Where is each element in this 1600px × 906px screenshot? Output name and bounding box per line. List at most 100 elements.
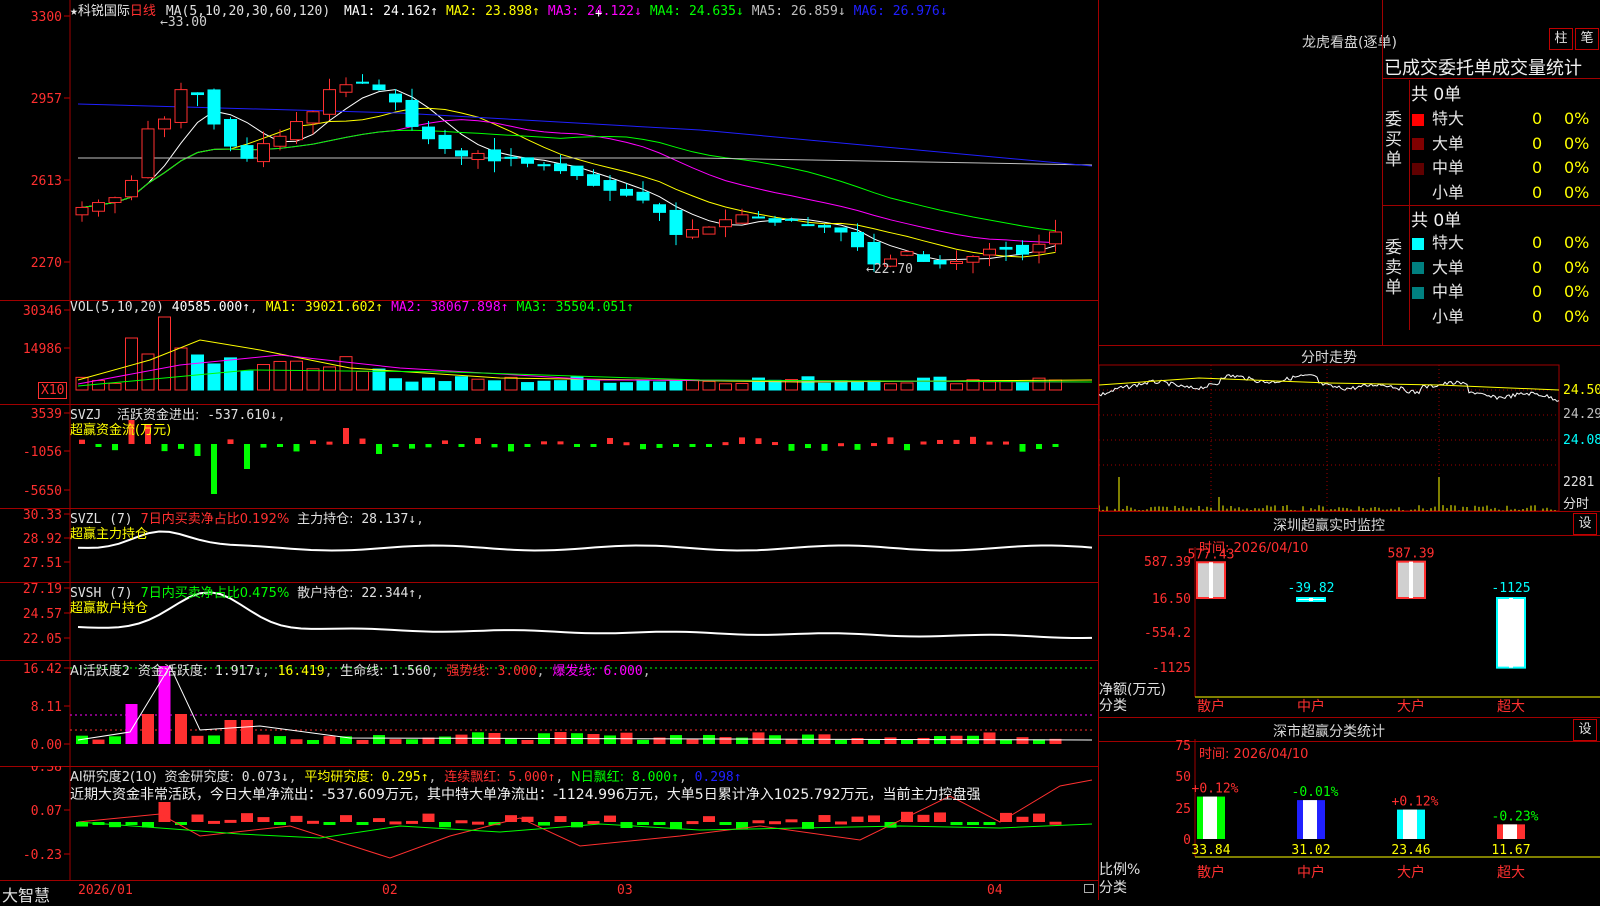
column-view-button[interactable]: 柱 xyxy=(1549,28,1573,50)
analysis-note: 近期大资金非常活跃，今日大单净流出：-537.609万元，其中特大单净流出：-1… xyxy=(70,787,981,803)
candle-body xyxy=(389,93,402,103)
order-percent: 0% xyxy=(1564,233,1590,252)
flow-bar xyxy=(640,444,646,450)
flow-bar xyxy=(1019,444,1026,452)
volume-bar xyxy=(92,379,105,391)
candlestick-chart[interactable]: 3300 2957 2613 2270 xyxy=(0,0,1098,300)
research-bar xyxy=(406,820,418,824)
net-amount-chart[interactable]: 587.39 16.50 -554.2 -1125 577.43 散户 -39.82 中户 58… xyxy=(1099,511,1600,717)
candle-body xyxy=(306,111,320,124)
flow-bar xyxy=(211,444,217,494)
bar-label: -39.82 xyxy=(1288,581,1335,596)
svsh-panel[interactable]: 27.19 24.57 22.05 SVSH (7) 7日内买卖净占比0.475% … xyxy=(0,582,1098,661)
flow-bar xyxy=(904,444,910,451)
axis-label: -0.23 xyxy=(23,848,62,863)
intraday-chart[interactable] xyxy=(1099,345,1600,511)
volume-bar xyxy=(306,368,320,391)
volume-bar xyxy=(537,380,551,391)
axis-label: 3300 xyxy=(31,10,62,25)
flow-bar xyxy=(178,444,184,449)
research-bar xyxy=(439,822,451,828)
color-swatch xyxy=(1412,311,1424,323)
order-percent: 0% xyxy=(1564,133,1590,153)
flow-bar xyxy=(194,444,201,456)
ma-value: MA2: 38067.898↑ xyxy=(391,300,509,315)
price-panel[interactable]: 3300 2957 2613 2270 ★科锐国际日线 MA(5,10,20,30,60… xyxy=(0,0,1098,301)
activity-bar xyxy=(109,736,121,744)
candle-body xyxy=(108,197,122,203)
category-label: 中户 xyxy=(1297,698,1325,715)
candle-body xyxy=(191,92,204,96)
volume-chart[interactable]: 30346 14986 xyxy=(0,300,1098,404)
order-count: 0 xyxy=(1532,282,1543,301)
activity-bar xyxy=(1016,737,1029,744)
ai-activity-panel[interactable]: 16.42 8.11 0.00 AI活跃度2 资金活跃度: 1.917↓, 16.4… xyxy=(0,660,1098,767)
flow-bar xyxy=(541,441,547,445)
research-bar xyxy=(356,822,369,825)
research-bar xyxy=(868,815,880,822)
candle-body xyxy=(356,81,369,84)
order-type: 小单 xyxy=(1432,182,1465,202)
order-count: 0 xyxy=(1532,133,1543,153)
volume-bar xyxy=(867,380,881,391)
volume-panel[interactable]: 30346 14986 VOL(5,10,20) 40585.000↑, MA1:… xyxy=(0,300,1098,405)
research-bar xyxy=(719,822,732,825)
order-type: 特大 xyxy=(1432,109,1465,128)
order-type: 中单 xyxy=(1432,282,1465,301)
category-label: 散户 xyxy=(1197,698,1225,715)
axis-label: 2957 xyxy=(31,92,62,107)
order-percent: 0% xyxy=(1564,282,1590,301)
svzl-panel[interactable]: 30.33 28.92 27.51 SVZL (7) 7日内买卖净占比0.192% … xyxy=(0,508,1098,583)
flow-bar xyxy=(442,440,448,444)
bar-highlight xyxy=(1309,598,1313,601)
axis-label: 24.57 xyxy=(23,607,62,622)
flow-bar xyxy=(376,444,382,454)
candle-body xyxy=(851,231,864,248)
bar-highlight xyxy=(1503,824,1517,839)
research-bar xyxy=(1033,813,1045,822)
flow-bar xyxy=(491,444,498,448)
candle-body xyxy=(900,251,914,256)
volume-bar xyxy=(224,357,237,391)
stroke-view-button[interactable]: 笔 xyxy=(1575,28,1599,50)
research-bar xyxy=(274,822,286,825)
axis-label: 30.33 xyxy=(23,508,62,523)
svzj-panel[interactable]: 3539 -1056 -5650 SVZJ 活跃资金进出: -537.610↓, 超… xyxy=(0,404,1098,509)
research-bar xyxy=(307,820,319,824)
volume-bar xyxy=(207,363,221,391)
axis-label: 0.00 xyxy=(31,738,62,753)
flow-bar xyxy=(805,444,811,449)
volume-bar xyxy=(521,382,534,391)
activity-bar xyxy=(554,732,567,744)
category-label: 散户 xyxy=(1197,864,1225,881)
research-bar xyxy=(934,812,946,822)
flow-bar xyxy=(475,438,481,444)
flow-bar xyxy=(1052,444,1059,447)
research-bar xyxy=(983,822,996,825)
flow-bar xyxy=(458,444,465,447)
ratio-chart[interactable]: 75 50 25 0 +0.12% 33.84 散户 -0.01% 31.02 中户 +0.12% 2… xyxy=(1099,717,1600,900)
candle-body xyxy=(1032,243,1046,253)
candle-body xyxy=(537,164,551,167)
flow-bar xyxy=(590,444,597,447)
research-bar xyxy=(769,821,781,825)
ai-research-panel[interactable]: 0.38 0.07 -0.23 AI研究度2(10) 资金研究度: 0.073↓, … xyxy=(0,766,1098,880)
monitor-panel[interactable]: 深圳超赢实时监控 设 时间: 2026/04/10 587.39 16.50 -55… xyxy=(1099,511,1600,718)
flow-bar xyxy=(788,444,795,451)
axis-label: 2613 xyxy=(31,174,62,189)
flow-bar xyxy=(656,444,663,448)
flow-bar xyxy=(425,444,432,448)
sell-total: 共 0单 xyxy=(1411,211,1462,231)
activity-bar xyxy=(719,737,732,744)
order-count: 0 xyxy=(1532,109,1543,128)
research-bar xyxy=(472,821,484,825)
activity-bar xyxy=(505,738,517,744)
max-price-label: ←33.00 xyxy=(160,15,207,30)
intraday-panel[interactable]: 分时走势 24.50 24.29 24.08 2281 分时 xyxy=(1099,345,1600,512)
avg-research-line xyxy=(77,821,1093,839)
axis-label: 8.11 xyxy=(31,700,62,715)
classify-panel[interactable]: 深市超赢分类统计 设 时间: 2026/04/10 75 50 25 0 +0.12% 3… xyxy=(1099,717,1600,900)
activity-bar xyxy=(142,714,154,744)
lock-icon[interactable] xyxy=(1084,884,1094,893)
volume-bar xyxy=(471,378,485,391)
